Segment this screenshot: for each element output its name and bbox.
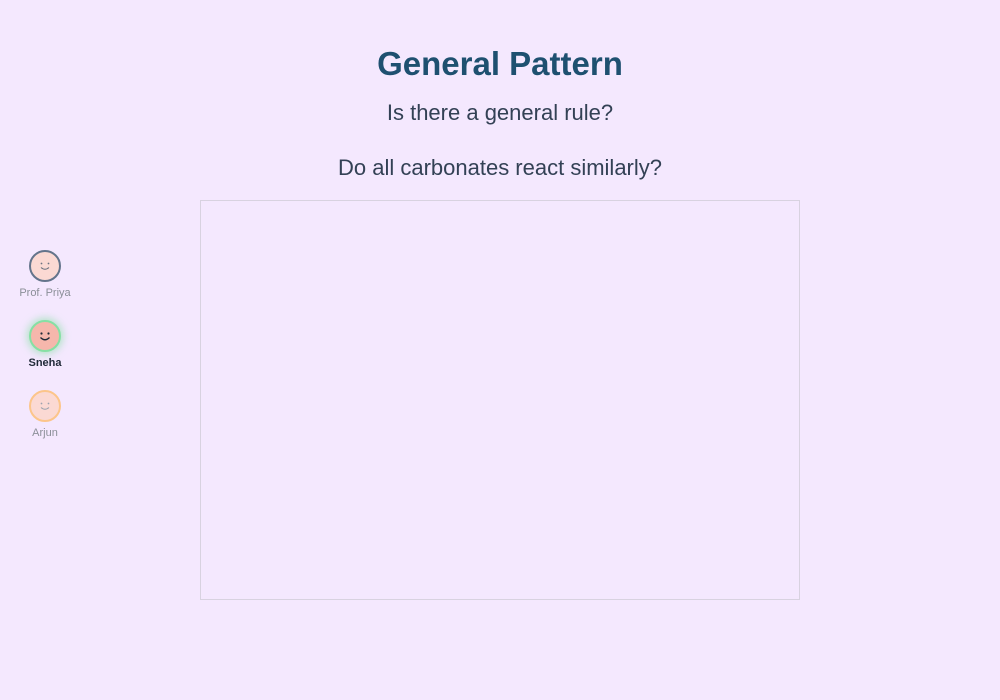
smiley-face-icon [40,332,50,341]
slide-subtitle: Is there a general rule? [386,100,614,125]
slide-title: General Pattern [377,45,623,82]
avatar [29,390,61,422]
avatar [29,320,61,352]
smiley-face-icon [40,402,50,410]
participant-name: Sneha [28,357,62,369]
participant-name: Prof. Priya [19,287,71,299]
smiley-face-icon [40,262,50,270]
drawing-canvas[interactable] [200,200,800,600]
avatar [29,250,61,282]
slide-question: Do all carbonates react similarly? [337,155,663,180]
participant-name: Arjun [32,427,58,439]
